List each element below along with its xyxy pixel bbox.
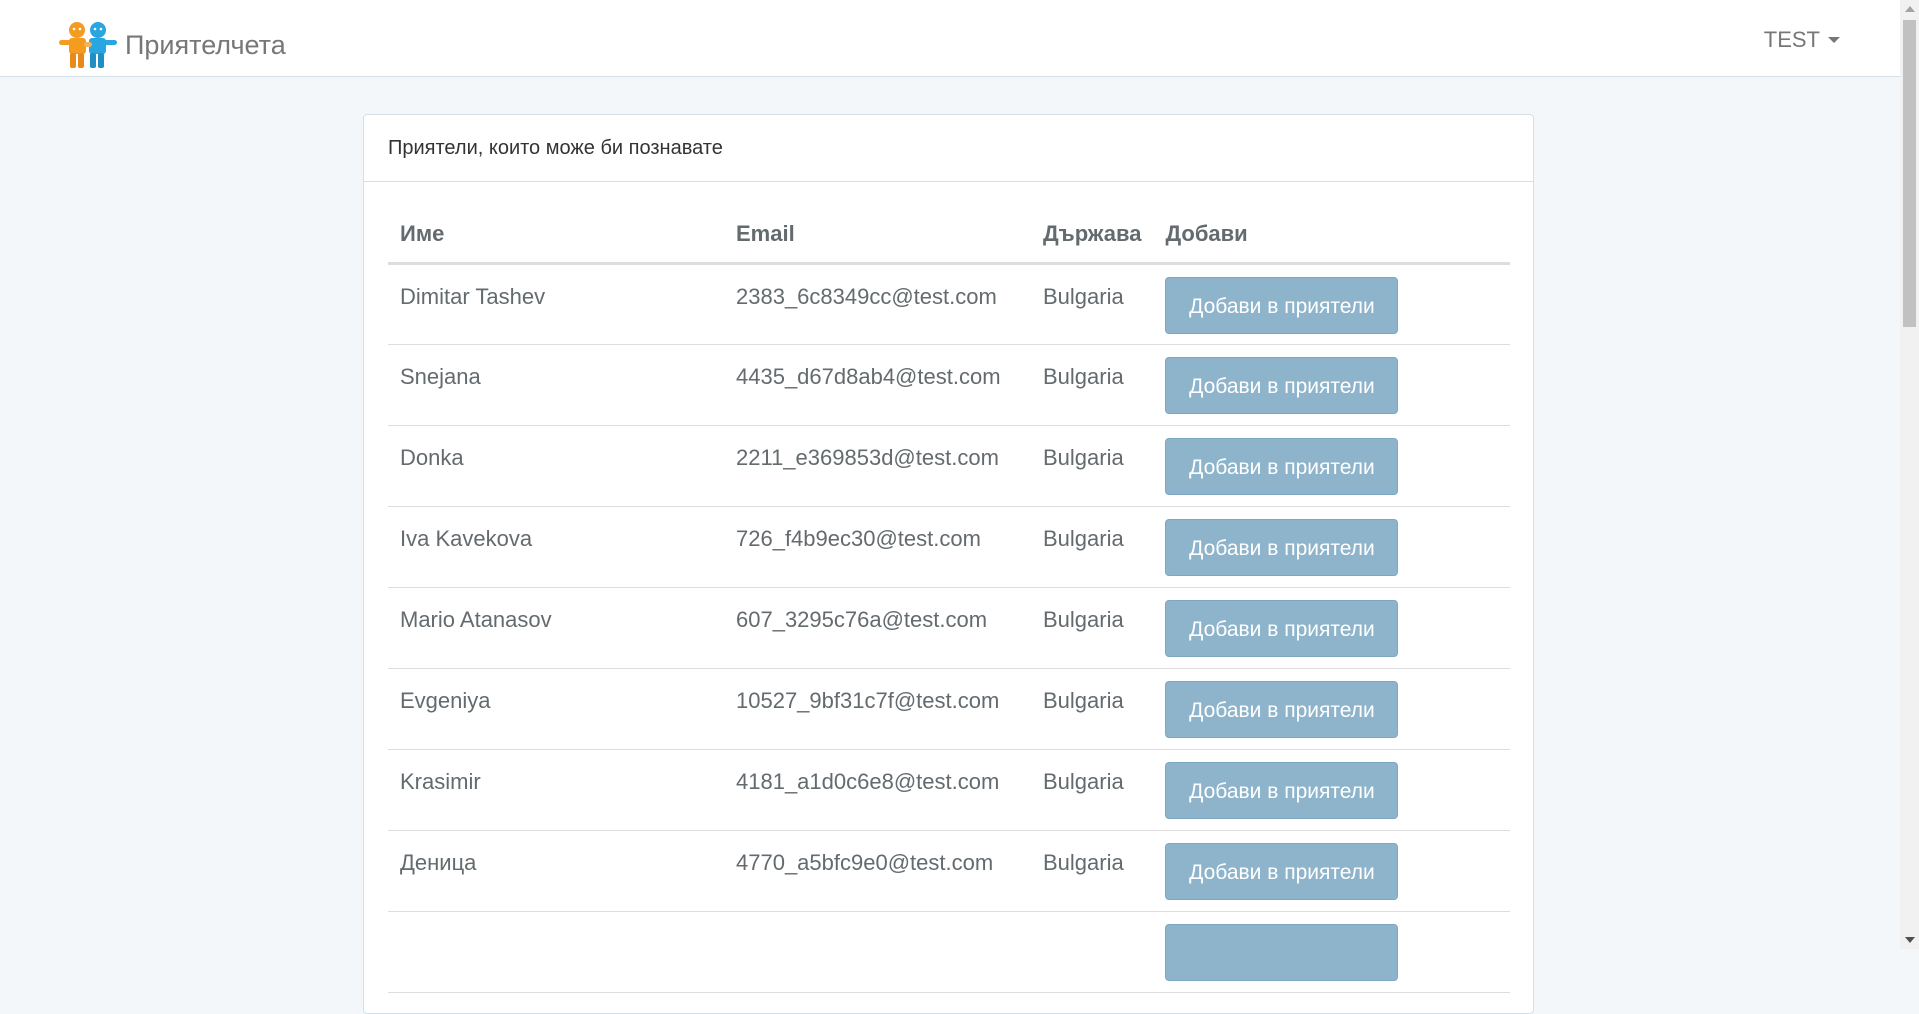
cell-country — [1031, 911, 1154, 993]
user-dropdown[interactable]: TEST — [1764, 27, 1840, 53]
add-friend-button[interactable] — [1165, 924, 1399, 981]
cell-name — [388, 911, 724, 993]
cell-email: 10527_9bf31c7f@test.com — [724, 668, 1031, 750]
scrollbar-thumb[interactable] — [1903, 20, 1916, 327]
table-row: Деница 4770_a5bfc9e0@test.com Bulgaria Д… — [388, 830, 1510, 912]
cell-email — [724, 911, 1031, 993]
cell-country: Bulgaria — [1031, 344, 1154, 426]
vertical-scrollbar[interactable] — [1900, 0, 1919, 949]
cell-action — [1153, 911, 1510, 993]
add-friend-button[interactable]: Добави в приятели — [1165, 600, 1399, 657]
table-row: Iva Kavekova 726_f4b9ec30@test.com Bulga… — [388, 506, 1510, 588]
header-name: Име — [388, 206, 724, 265]
header-country: Държава — [1031, 206, 1154, 265]
header-action: Добави — [1153, 206, 1510, 265]
cell-country: Bulgaria — [1031, 263, 1154, 345]
cell-email: 726_f4b9ec30@test.com — [724, 506, 1031, 588]
cell-country: Bulgaria — [1031, 668, 1154, 750]
cell-action: Добави в приятели — [1153, 263, 1510, 345]
cell-country: Bulgaria — [1031, 506, 1154, 588]
cell-email: 4181_a1d0c6e8@test.com — [724, 749, 1031, 831]
cell-email: 4435_d67d8ab4@test.com — [724, 344, 1031, 426]
cell-name: Donka — [388, 425, 724, 507]
cell-email: 4770_a5bfc9e0@test.com — [724, 830, 1031, 912]
add-friend-button[interactable]: Добави в приятели — [1165, 843, 1399, 900]
table-row: Dimitar Tashev 2383_6c8349cc@test.com Bu… — [388, 263, 1510, 345]
cell-email: 607_3295c76a@test.com — [724, 587, 1031, 669]
table-row: Snejana 4435_d67d8ab4@test.com Bulgaria … — [388, 344, 1510, 426]
cell-name: Snejana — [388, 344, 724, 426]
cell-country: Bulgaria — [1031, 830, 1154, 912]
cell-action: Добави в приятели — [1153, 668, 1510, 750]
brand-link[interactable]: Приятелчета — [57, 20, 286, 70]
caret-down-icon — [1828, 37, 1840, 43]
cell-email: 2211_e369853d@test.com — [724, 425, 1031, 507]
table-row: Mario Atanasov 607_3295c76a@test.com Bul… — [388, 587, 1510, 669]
table-row — [388, 911, 1510, 993]
cell-country: Bulgaria — [1031, 425, 1154, 507]
cell-country: Bulgaria — [1031, 587, 1154, 669]
top-navbar: Приятелчета TEST — [0, 0, 1900, 77]
add-friend-button[interactable]: Добави в приятели — [1165, 357, 1399, 414]
cell-name: Dimitar Tashev — [388, 263, 724, 345]
cell-email: 2383_6c8349cc@test.com — [724, 263, 1031, 345]
scroll-up-arrow-icon[interactable] — [1905, 6, 1915, 12]
cell-name: Деница — [388, 830, 724, 912]
table-row: Evgeniya 10527_9bf31c7f@test.com Bulgari… — [388, 668, 1510, 750]
panel-heading: Приятели, които може би познавате — [364, 115, 1533, 182]
table-row: Krasimir 4181_a1d0c6e8@test.com Bulgaria… — [388, 749, 1510, 831]
scroll-down-arrow-icon[interactable] — [1905, 937, 1915, 943]
cell-action: Добави в приятели — [1153, 506, 1510, 588]
table-row: Donka 2211_e369853d@test.com Bulgaria До… — [388, 425, 1510, 507]
cell-name: Iva Kavekova — [388, 506, 724, 588]
add-friend-button[interactable]: Добави в приятели — [1165, 519, 1399, 576]
panel-body: Име Email Държава Добави Dimitar Tashev … — [364, 182, 1533, 993]
cell-name: Evgeniya — [388, 668, 724, 750]
cell-action: Добави в приятели — [1153, 344, 1510, 426]
header-email: Email — [724, 206, 1031, 265]
cell-name: Mario Atanasov — [388, 587, 724, 669]
friends-logo-icon — [59, 22, 117, 68]
add-friend-button[interactable]: Добави в приятели — [1165, 277, 1399, 334]
cell-action: Добави в приятели — [1153, 587, 1510, 669]
brand-title: Приятелчета — [125, 29, 286, 60]
cell-action: Добави в приятели — [1153, 830, 1510, 912]
suggestions-table: Име Email Държава Добави Dimitar Tashev … — [388, 206, 1510, 993]
table-header-row: Име Email Държава Добави — [388, 206, 1510, 265]
cell-name: Krasimir — [388, 749, 724, 831]
add-friend-button[interactable]: Добави в приятели — [1165, 438, 1399, 495]
cell-action: Добави в приятели — [1153, 425, 1510, 507]
user-name: TEST — [1763, 27, 1820, 52]
add-friend-button[interactable]: Добави в приятели — [1165, 762, 1399, 819]
add-friend-button[interactable]: Добави в приятели — [1165, 681, 1399, 738]
cell-country: Bulgaria — [1031, 749, 1154, 831]
suggestions-panel: Приятели, които може би познавате Име Em… — [363, 114, 1534, 1014]
cell-action: Добави в приятели — [1153, 749, 1510, 831]
